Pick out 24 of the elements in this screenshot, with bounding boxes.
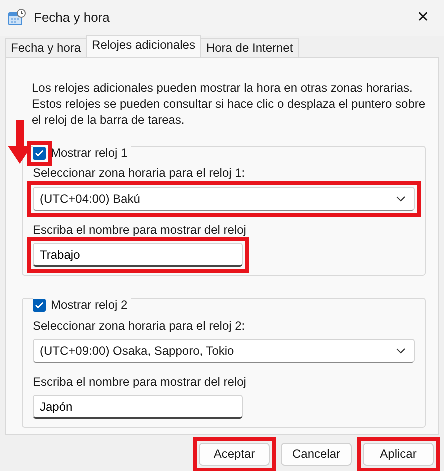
close-button[interactable]: ✕ [411,9,436,27]
description-text: Los relojes adicionales pueden mostrar la hora en otras zonas horarias. Estos relojes se pueden consultar si hace clic o desplaza el puntero sobre el reloj de la barra de tareas. [32,80,426,128]
checkbox-label: Mostrar reloj 1 [51,146,128,161]
field-label: Escriba el nombre para mostrar del reloj [33,374,248,390]
field-label: Seleccionar zona horaria para el reloj 2: [33,318,246,333]
dialog-button[interactable]: Cancelar [281,443,352,466]
tab[interactable]: Hora de Internet [200,38,300,57]
chevron-down-icon [396,348,406,354]
field-label: Escriba el nombre para mostrar del reloj [33,222,248,238]
timezone-dropdown[interactable]: (UTC+04:00) Bakú [33,186,415,211]
name-field[interactable]: Japón [33,395,243,420]
timezone-dropdown[interactable]: (UTC+09:00) Osaka, Sapporo, Tokio [33,338,415,363]
calendar-clock-icon [8,9,26,27]
dialog-button[interactable]: Aplicar [363,443,434,466]
tab[interactable]: Fecha y hora [5,38,88,57]
window-title: Fecha y hora [34,10,111,26]
checkbox-label: Mostrar reloj 2 [51,298,128,313]
name-field[interactable]: Trabajo [33,243,243,268]
field-label: Seleccionar zona horaria para el reloj 1: [33,166,246,181]
checkbox[interactable] [33,299,46,312]
dialog-button[interactable]: Aceptar [199,443,270,466]
chevron-down-icon [396,196,406,202]
tab[interactable]: Relojes adicionales [86,34,202,57]
checkbox[interactable] [33,147,46,160]
